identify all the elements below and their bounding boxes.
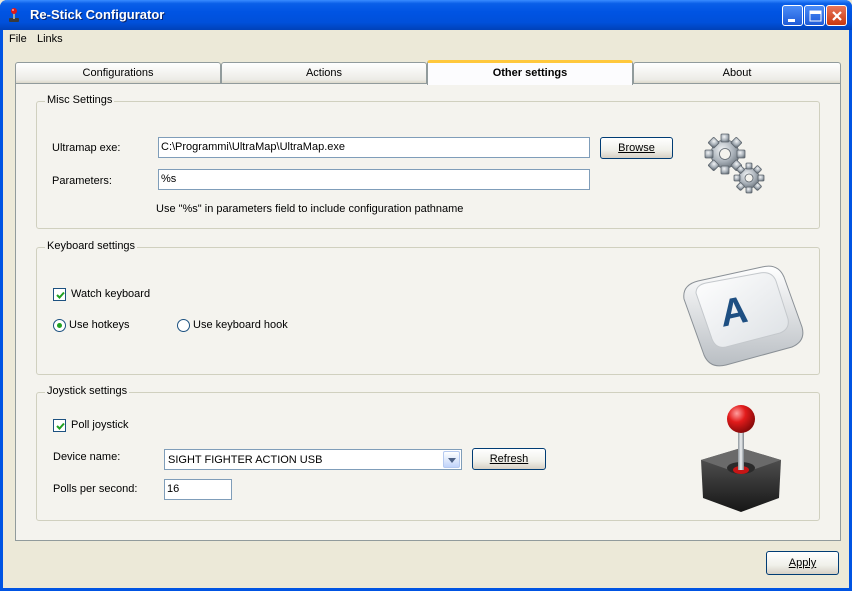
joystick-settings-title: Joystick settings bbox=[45, 385, 130, 397]
poll-joystick-checkbox[interactable] bbox=[53, 419, 66, 432]
use-keyboard-hook-label[interactable]: Use keyboard hook bbox=[193, 319, 288, 331]
joystick-app-icon bbox=[6, 7, 22, 23]
checkmark-icon bbox=[56, 422, 65, 430]
tab-configurations[interactable]: Configurations bbox=[15, 62, 221, 84]
apply-button-label: Apply bbox=[788, 557, 817, 569]
device-name-select[interactable]: SIGHT FIGHTER ACTION USB bbox=[164, 449, 462, 470]
dropdown-arrow-button[interactable] bbox=[443, 451, 460, 468]
minimize-icon bbox=[788, 19, 795, 22]
minimize-button[interactable] bbox=[782, 5, 803, 26]
polls-per-second-label: Polls per second: bbox=[53, 483, 138, 495]
tab-actions[interactable]: Actions bbox=[221, 62, 427, 84]
browse-button[interactable]: Browse bbox=[600, 137, 673, 159]
polls-per-second-field[interactable]: 16 bbox=[164, 479, 232, 500]
gears-icon bbox=[703, 132, 769, 197]
parameters-field[interactable]: %s bbox=[158, 169, 590, 190]
tab-about[interactable]: About bbox=[633, 62, 841, 84]
use-hotkeys-label[interactable]: Use hotkeys bbox=[69, 319, 130, 331]
menu-bar: File Links bbox=[3, 30, 849, 49]
watch-keyboard-label[interactable]: Watch keyboard bbox=[71, 288, 150, 300]
other-settings-panel: Misc Settings Ultramap exe: C:\Programmi… bbox=[15, 83, 841, 541]
keyboard-settings-group: Keyboard settings Watch keyboard Use hot… bbox=[36, 240, 820, 375]
refresh-button[interactable]: Refresh bbox=[472, 448, 546, 470]
joystick-settings-group: Joystick settings Poll joystick Device n… bbox=[36, 385, 820, 521]
misc-settings-group: Misc Settings Ultramap exe: C:\Programmi… bbox=[36, 94, 820, 229]
device-name-value: SIGHT FIGHTER ACTION USB bbox=[168, 454, 323, 466]
browse-button-label: Browse bbox=[618, 142, 655, 154]
parameters-label: Parameters: bbox=[52, 175, 112, 187]
watch-keyboard-checkbox[interactable] bbox=[53, 288, 66, 301]
maximize-icon bbox=[809, 10, 822, 22]
poll-joystick-label[interactable]: Poll joystick bbox=[71, 419, 128, 431]
window-title: Re-Stick Configurator bbox=[30, 7, 165, 22]
misc-settings-title: Misc Settings bbox=[45, 94, 115, 106]
use-hotkeys-radio[interactable] bbox=[53, 319, 66, 332]
title-bar[interactable]: Re-Stick Configurator bbox=[0, 0, 852, 30]
chevron-down-icon bbox=[448, 458, 456, 463]
joystick-icon bbox=[693, 402, 789, 517]
tab-other-settings[interactable]: Other settings bbox=[427, 60, 633, 85]
tab-strip: Configurations Actions Other settings Ab… bbox=[14, 60, 842, 85]
ultramap-exe-label: Ultramap exe: bbox=[52, 142, 121, 154]
svg-text:A: A bbox=[719, 288, 750, 336]
menu-links[interactable]: Links bbox=[37, 33, 63, 45]
ultramap-exe-field[interactable]: C:\Programmi\UltraMap\UltraMap.exe bbox=[158, 137, 590, 158]
app-window: Re-Stick Configurator File Links Configu… bbox=[0, 0, 852, 591]
keyboard-key-icon: A bbox=[674, 261, 806, 372]
apply-button[interactable]: Apply bbox=[766, 551, 839, 575]
use-keyboard-hook-radio[interactable] bbox=[177, 319, 190, 332]
parameters-hint: Use "%s" in parameters field to include … bbox=[156, 203, 464, 215]
radio-selected-dot bbox=[57, 323, 62, 328]
menu-file[interactable]: File bbox=[9, 33, 27, 45]
refresh-button-label: Refresh bbox=[489, 453, 529, 465]
device-name-label: Device name: bbox=[53, 451, 121, 463]
maximize-button[interactable] bbox=[804, 5, 825, 26]
keyboard-settings-title: Keyboard settings bbox=[45, 240, 138, 252]
close-icon bbox=[832, 11, 842, 21]
checkmark-icon bbox=[56, 291, 65, 299]
close-button[interactable] bbox=[826, 5, 847, 26]
